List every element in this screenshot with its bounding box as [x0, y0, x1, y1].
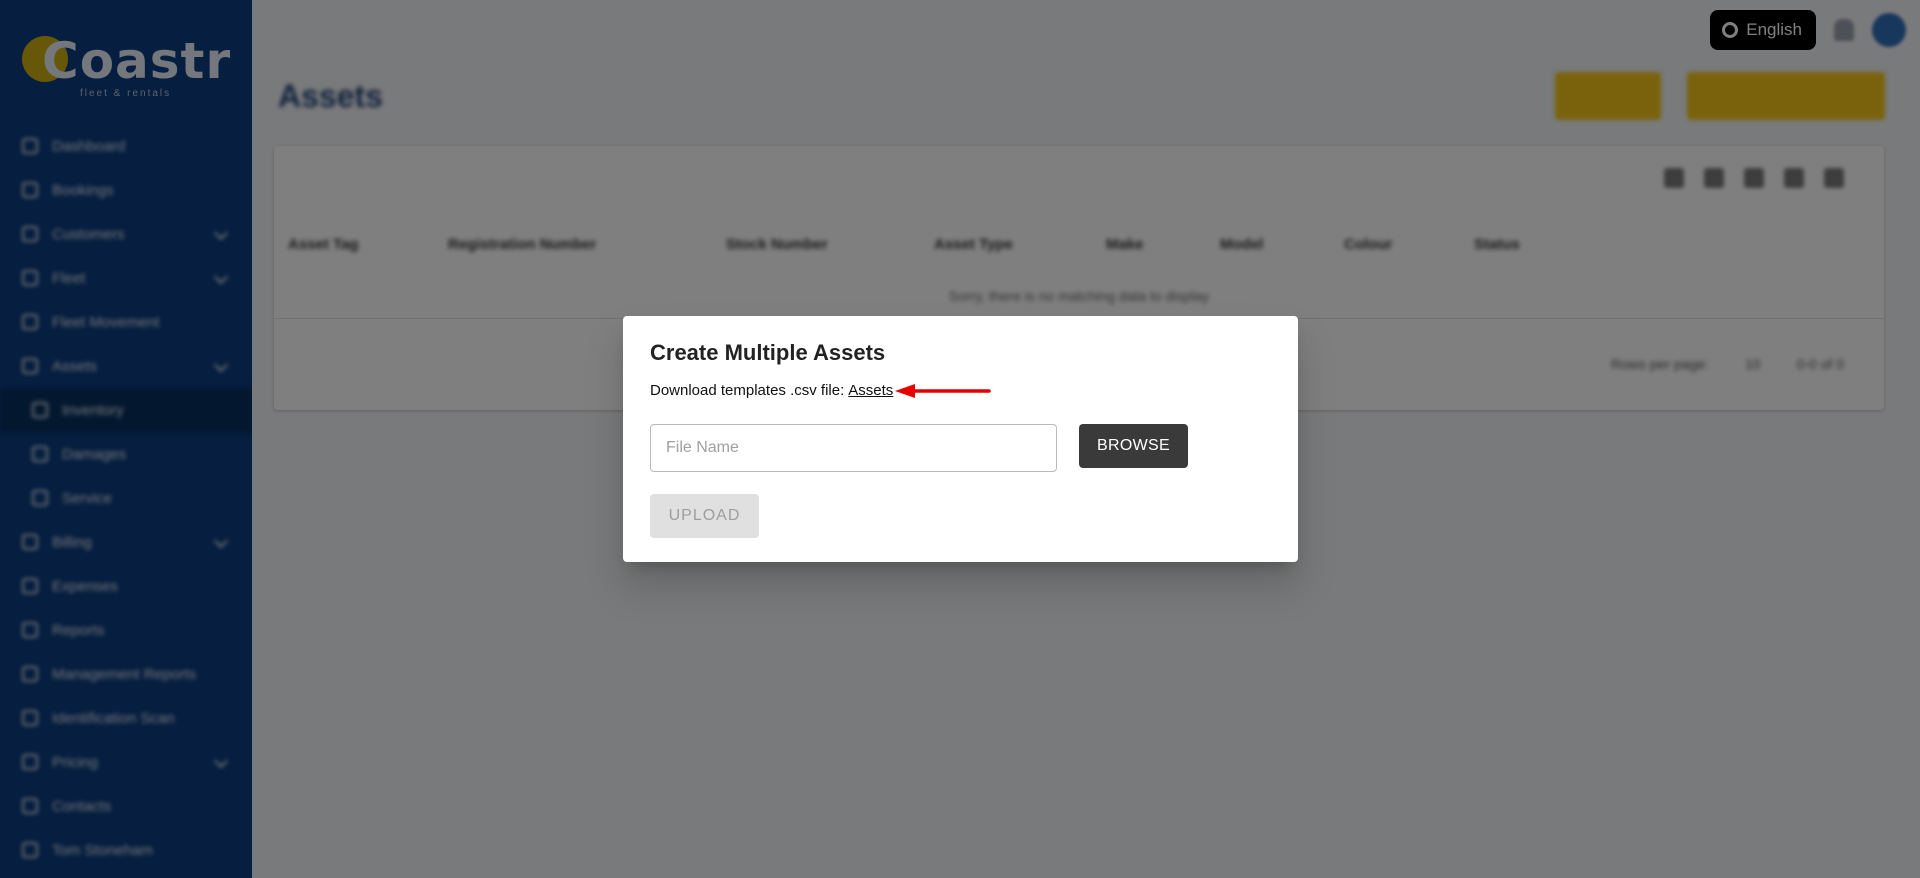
assets-template-link[interactable]: Assets	[848, 382, 893, 399]
browse-button[interactable]: BROWSE	[1079, 424, 1188, 468]
upload-button: UPLOAD	[650, 494, 759, 538]
red-arrow-icon	[895, 383, 992, 398]
dialog-title: Create Multiple Assets	[650, 340, 886, 365]
file-name-input[interactable]	[650, 424, 1057, 472]
create-multiple-assets-dialog: Create Multiple Assets Download template…	[623, 316, 1298, 562]
template-download-line: Download templates .csv file: Assets	[650, 382, 992, 399]
template-text: Download templates .csv file:	[650, 382, 845, 399]
